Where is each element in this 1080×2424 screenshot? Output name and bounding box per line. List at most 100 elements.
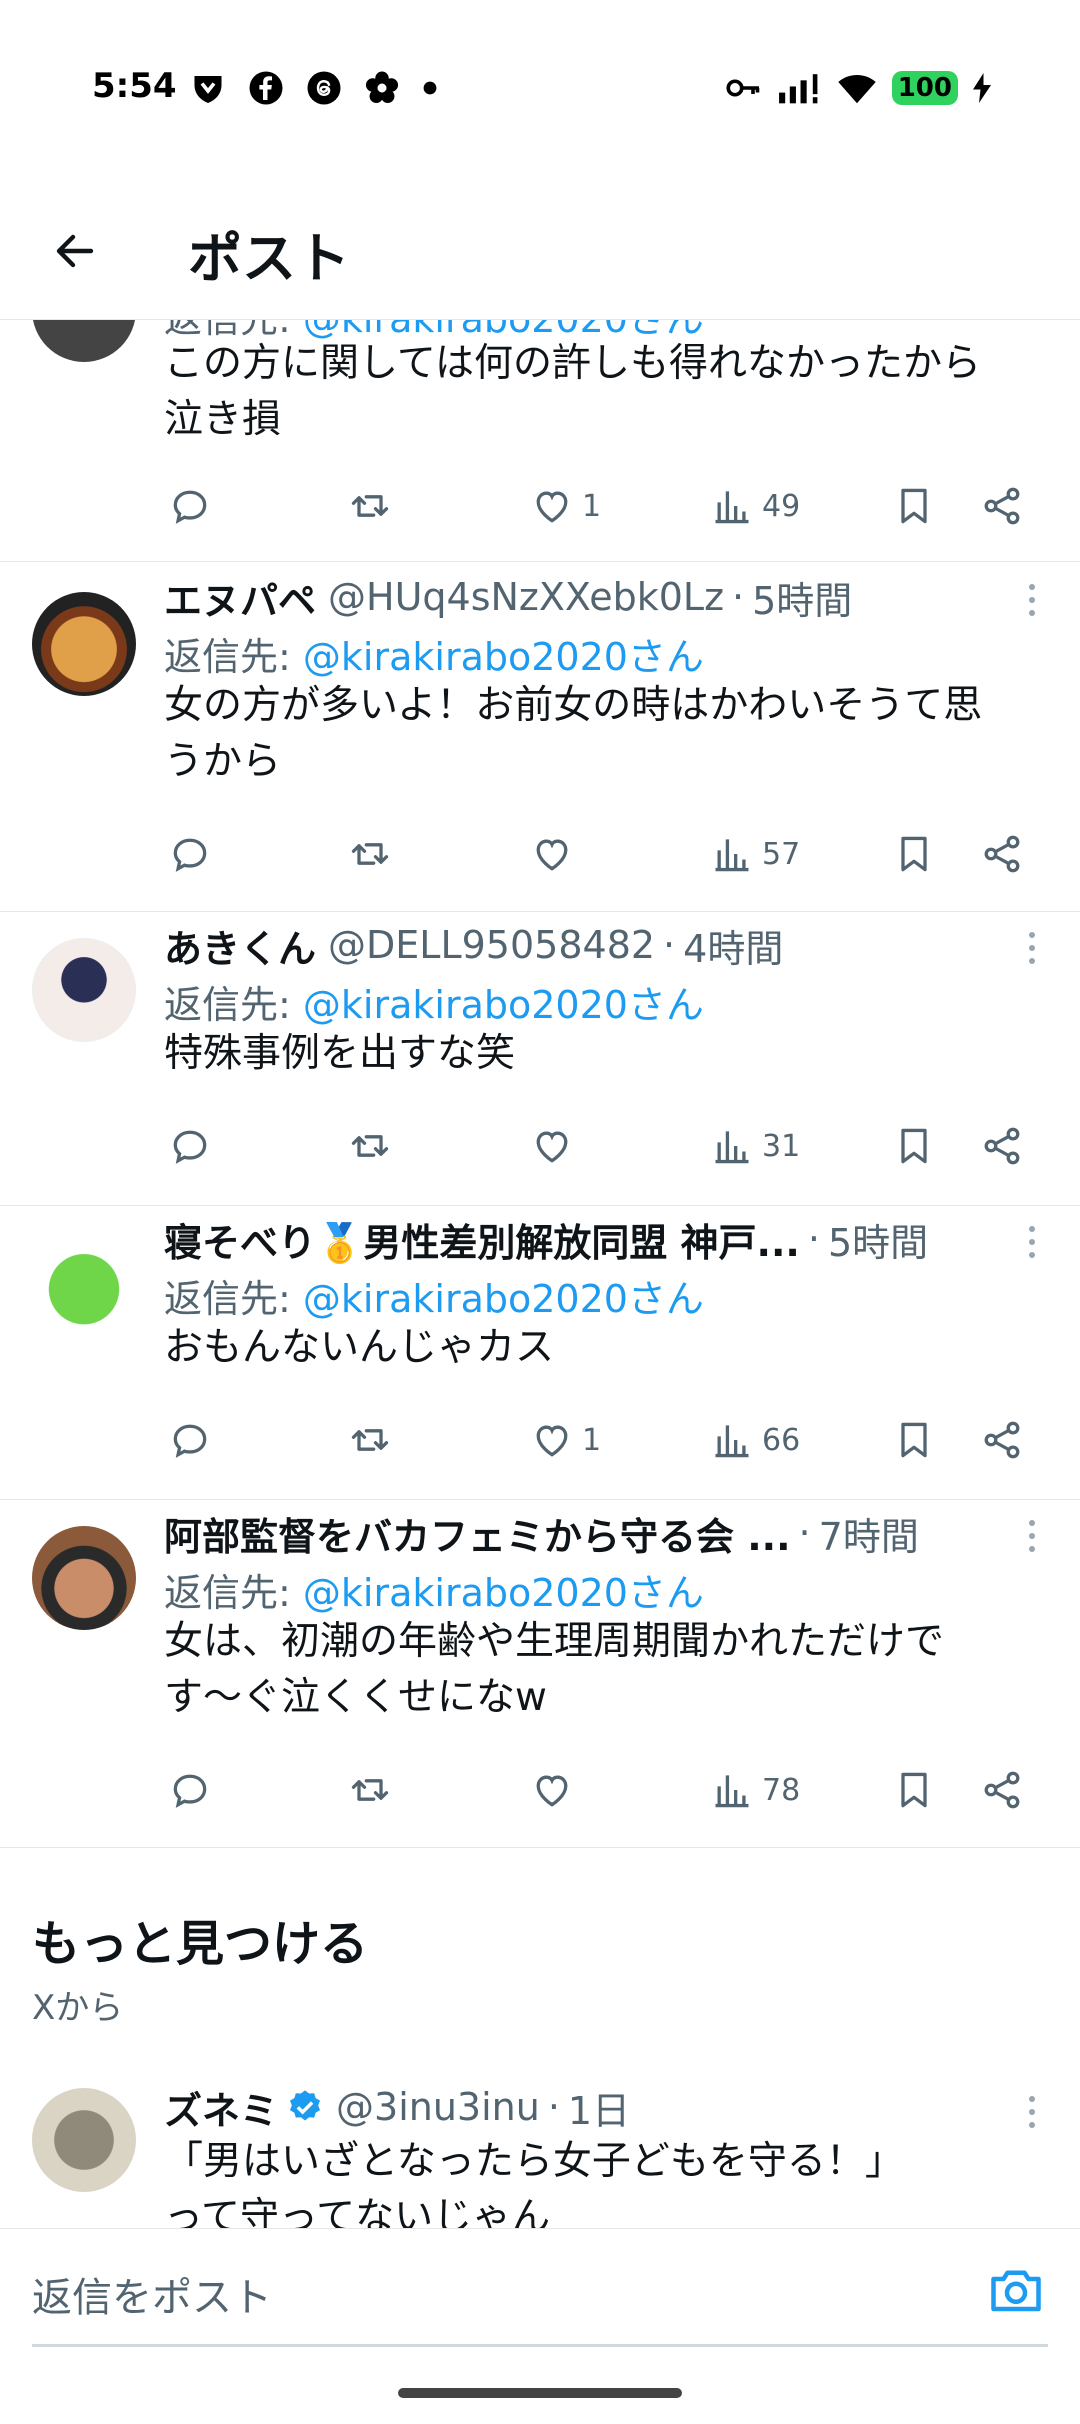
- tweet-text-line: うから: [164, 739, 282, 784]
- reply-to-mention[interactable]: @kirakirabo2020さん: [303, 1277, 704, 1321]
- tweet-item[interactable]: 返信先: @kirakirabo2020さん この方に関しては何の許しも得れなか…: [0, 320, 1080, 562]
- tweet-text-line: この方に関しては何の許しも得れなかったから: [164, 341, 982, 386]
- analytics-icon: [715, 1775, 749, 1808]
- home-indicator[interactable]: [398, 2388, 682, 2398]
- reply-input[interactable]: 返信をポスト: [32, 2229, 1048, 2347]
- repost-button[interactable]: [348, 1762, 392, 1818]
- flower-icon: [365, 71, 399, 103]
- view-count: 49: [762, 488, 801, 524]
- separator-dot: ·: [807, 1217, 820, 1261]
- reply-to-prefix: 返信先:: [164, 1571, 291, 1615]
- reply-button[interactable]: [168, 826, 212, 882]
- signal-icon: [778, 74, 818, 104]
- share-icon: [984, 1771, 1020, 1809]
- author-handle[interactable]: @DELL95058482: [328, 923, 655, 967]
- reply-to-mention[interactable]: @kirakirabo2020さん: [303, 1571, 704, 1615]
- camera-button[interactable]: [986, 2259, 1046, 2319]
- views-button[interactable]: 31: [710, 1118, 800, 1174]
- like-button[interactable]: [530, 826, 582, 882]
- author-name[interactable]: エヌパペ: [164, 572, 316, 623]
- tweet-text-line: 泣き損: [164, 397, 282, 442]
- avatar[interactable]: [32, 1526, 136, 1630]
- bookmark-button[interactable]: [892, 826, 936, 882]
- author-name[interactable]: 阿部監督をバカフェミから守る会 ...: [164, 1508, 791, 1559]
- tweet-item[interactable]: エヌパペ @HUq4sNzXXebk0Lz · 5時間 返信先: @kiraki…: [0, 564, 1080, 912]
- bookmark-button[interactable]: [892, 1762, 936, 1818]
- repost-button[interactable]: [348, 1118, 392, 1174]
- battery-icon: 100: [891, 71, 958, 105]
- author-name[interactable]: 寝そべり🥇男性差別解放同盟 神戸...: [164, 1214, 800, 1265]
- more-options-button[interactable]: [1022, 1514, 1042, 1558]
- more-options-button[interactable]: [1022, 926, 1042, 970]
- reply-to-mention[interactable]: @kirakirabo2020さん: [303, 983, 704, 1027]
- separator-dot: ·: [732, 575, 745, 619]
- reply-to-mention[interactable]: @kirakirabo2020さん: [303, 635, 704, 679]
- status-bar: 5:54 100: [0, 0, 1080, 180]
- tweet-item[interactable]: 阿部監督をバカフェミから守る会 ... · 7時間 返信先: @kirakira…: [0, 1500, 1080, 1848]
- share-button[interactable]: [980, 1412, 1024, 1468]
- reply-to-line: 返信先: @kirakirabo2020さん: [164, 974, 704, 1029]
- tweet-text-line: 女は、初潮の年齢や生理周期聞かれただけで: [164, 1619, 945, 1664]
- avatar[interactable]: [32, 592, 136, 696]
- like-button[interactable]: [530, 1762, 582, 1818]
- analytics-icon: [715, 1131, 749, 1164]
- views-button[interactable]: 66: [710, 1412, 800, 1468]
- back-button[interactable]: [40, 216, 110, 286]
- more-options-button[interactable]: [1022, 578, 1042, 622]
- analytics-icon: [715, 839, 749, 872]
- tweet-item[interactable]: あきくん @DELL95058482 · 4時間 返信先: @kirakirab…: [0, 912, 1080, 1206]
- repost-icon: [351, 843, 389, 865]
- author-name[interactable]: あきくん: [164, 920, 316, 971]
- tweet-actions: 1 66: [164, 1412, 1044, 1468]
- reply-to-prefix: 返信先:: [164, 983, 291, 1027]
- avatar[interactable]: [32, 320, 136, 362]
- repost-button[interactable]: [348, 478, 392, 534]
- share-button[interactable]: [980, 1118, 1024, 1174]
- key-icon: [726, 79, 760, 97]
- repost-button[interactable]: [348, 826, 392, 882]
- bookmark-icon: [901, 1128, 927, 1164]
- tweet-text: 特殊事例を出すな笑: [164, 1026, 1044, 1082]
- page-title: ポスト: [188, 227, 350, 290]
- reply-button[interactable]: [168, 1762, 212, 1818]
- like-count: 1: [582, 1422, 602, 1458]
- tweet-text: 女は、初潮の年齢や生理周期聞かれただけで す〜ぐ泣くくせになw: [164, 1614, 1044, 1726]
- author-name[interactable]: ズネミ: [164, 2082, 278, 2133]
- views-button[interactable]: 78: [710, 1762, 800, 1818]
- reply-button[interactable]: [168, 1412, 212, 1468]
- bookmark-icon: [901, 1422, 927, 1458]
- more-options-button[interactable]: [1022, 1220, 1042, 1264]
- more-options-button[interactable]: [1022, 2090, 1042, 2134]
- views-button[interactable]: 57: [710, 826, 800, 882]
- tweet-text-line: 特殊事例を出すな笑: [164, 1031, 516, 1076]
- author-handle[interactable]: @HUq4sNzXXebk0Lz: [328, 575, 724, 619]
- tweet-header: 寝そべり🥇男性差別解放同盟 神戸... · 5時間: [164, 1214, 1020, 1264]
- avatar[interactable]: [32, 2088, 136, 2192]
- reply-composer-bar: 返信をポスト: [0, 2228, 1080, 2347]
- reply-icon: [173, 490, 207, 524]
- bookmark-button[interactable]: [892, 478, 936, 534]
- repost-icon: [351, 495, 389, 517]
- tweet-item[interactable]: 寝そべり🥇男性差別解放同盟 神戸... · 5時間 返信先: @kirakira…: [0, 1206, 1080, 1500]
- tweet-item[interactable]: ズネミ @3inu3inu · 1日 「男はいざとなったら女子どもを守る！」 っ…: [0, 2085, 1080, 2228]
- share-button[interactable]: [980, 478, 1024, 534]
- camera-icon: [991, 2270, 1041, 2312]
- reply-button[interactable]: [168, 1118, 212, 1174]
- repost-button[interactable]: [348, 1412, 392, 1468]
- heart-icon: [536, 839, 568, 871]
- tweet-text: おもんないんじゃカス: [164, 1320, 1044, 1376]
- avatar[interactable]: [32, 938, 136, 1042]
- arrow-left-icon: [56, 234, 94, 268]
- top-header: ポスト: [0, 180, 1080, 320]
- like-button[interactable]: 1: [530, 1412, 601, 1468]
- views-button[interactable]: 49: [710, 478, 800, 534]
- author-handle[interactable]: @3inu3inu: [336, 2085, 540, 2129]
- like-button[interactable]: 1: [530, 478, 601, 534]
- share-button[interactable]: [980, 1762, 1024, 1818]
- like-button[interactable]: [530, 1118, 582, 1174]
- bookmark-button[interactable]: [892, 1412, 936, 1468]
- bookmark-button[interactable]: [892, 1118, 936, 1174]
- reply-button[interactable]: [168, 478, 212, 534]
- avatar[interactable]: [32, 1232, 136, 1336]
- share-button[interactable]: [980, 826, 1024, 882]
